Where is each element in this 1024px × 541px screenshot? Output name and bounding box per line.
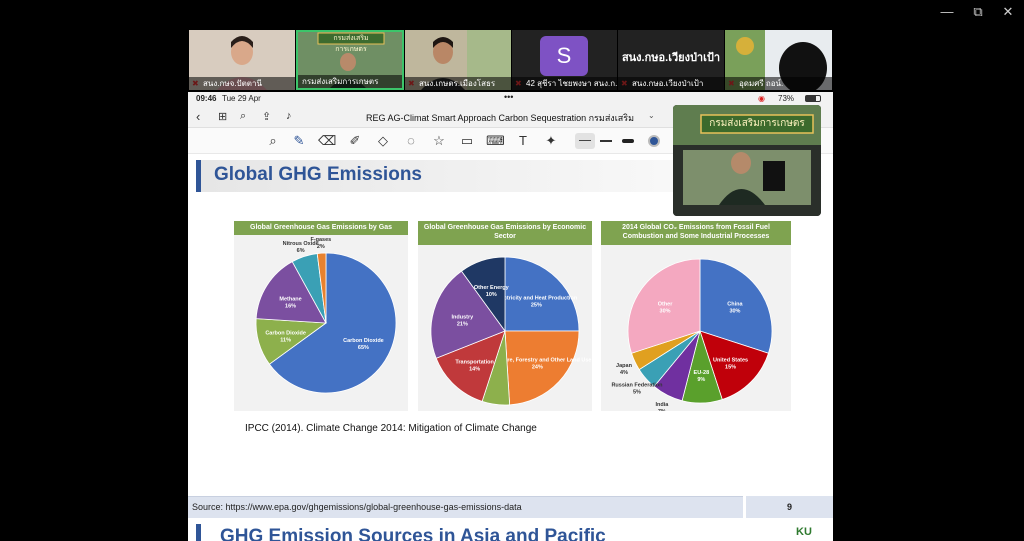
status-time: 09:46 <box>196 94 217 103</box>
pie-chart-by-sector: Electricity and Heat Production 25%Agricu… <box>430 256 591 406</box>
meeting-window: — ⧉ ✕ ✖ สนง.กษจ.ปัตตานี กรมส่งเสริมการเก… <box>0 0 1024 541</box>
search-icon[interactable]: ⌕ <box>240 110 246 123</box>
ku-logo: KU <box>796 526 812 538</box>
document-title[interactable]: REG AG-Climat Smart Approach Carbon Sequ… <box>366 111 634 125</box>
participant-tile-active[interactable]: กรมส่งเสริมการเกษตร กรมส่งเสริมการเกษตร <box>296 30 404 90</box>
participant-name: อุดมศรี ถอน์. <box>725 77 832 90</box>
medium-stroke-button[interactable] <box>600 140 612 142</box>
image-icon[interactable]: ▭ <box>458 132 476 150</box>
mic-icon[interactable]: ♪ <box>286 110 292 122</box>
participant-banner: กรมส่งเสริมการเกษตร <box>333 35 369 53</box>
floating-video-banner: กรมส่งเสริมการเกษตร <box>709 118 805 129</box>
battery-percent: 73% <box>778 94 795 103</box>
battery-icon <box>805 95 821 102</box>
participant-name: สนง.กษอ.เวียงป่าเป้า <box>618 77 724 90</box>
grid-icon[interactable]: ⊞ <box>218 110 227 123</box>
laser-pointer-icon[interactable]: ✦ <box>542 132 560 150</box>
pie-chart-by-gas: Carbon Dioxide 65%Carbon Dioxide 11%Methan… <box>255 237 397 394</box>
participant-name: กรมส่งเสริมการเกษตร <box>298 75 402 88</box>
chart-card-by-gas: Global Greenhouse Gas Emissions by Gas C… <box>234 221 408 411</box>
participant-avatar: S <box>540 36 588 76</box>
citation-text: IPCC (2014). Climate Change 2014: Mitiga… <box>245 423 537 434</box>
chart-card-co2-countries: 2014 Global CO₂ Emissions from Fossil Fu… <box>601 221 791 411</box>
text-icon[interactable]: T <box>514 132 532 150</box>
chart-title: Global Greenhouse Gas Emissions by Econo… <box>418 221 592 245</box>
thin-stroke-button[interactable] <box>575 133 595 149</box>
highlighter-icon[interactable]: ✐ <box>346 132 364 150</box>
participant-tile[interactable]: ✖ สนง.กษจ.ปัตตานี <box>189 30 295 90</box>
source-bar: Source: https://www.epa.gov/ghgemissions… <box>188 496 743 518</box>
chart-title: 2014 Global CO₂ Emissions from Fossil Fu… <box>601 221 791 245</box>
source-link[interactable]: Source: https://www.epa.gov/ghgemissions… <box>192 502 522 512</box>
page-number: 9 <box>746 496 833 518</box>
eraser-icon[interactable]: ⌫ <box>318 132 336 150</box>
status-bar: 09:46 Tue 29 Apr ••• ◉ 73% <box>188 92 833 106</box>
participant-name: สนง.เกษตร.เมืองโสธร <box>405 77 511 90</box>
participant-tile[interactable]: ✖ อุดมศรี ถอน์. <box>725 30 832 90</box>
keyboard-icon[interactable]: ⌨ <box>486 132 505 150</box>
lasso-icon[interactable]: ◌ <box>402 132 420 150</box>
chart-card-by-sector: Global Greenhouse Gas Emissions by Econo… <box>418 221 592 411</box>
sticker-icon[interactable]: ☆ <box>430 132 448 150</box>
color-picker-blue[interactable] <box>648 135 660 147</box>
participant-headline: สนง.กษอ.เวียงป่าเป้า <box>621 52 721 64</box>
pie-chart-co2-countries: China30%United States15%EU-289%India7%Ru… <box>611 258 773 411</box>
next-slide-title: GHG Emission Sources in Asia and Pacific <box>220 526 606 541</box>
participant-tile[interactable]: ✖ สนง.เกษตร.เมืองโสธร <box>405 30 511 90</box>
close-icon[interactable]: ✕ <box>997 4 1019 20</box>
shapes-icon[interactable]: ◇ <box>374 132 392 150</box>
participant-name: 42 สุชีรา ไชยพงษา สนง.ก... <box>512 77 617 90</box>
pie-slice-label: Japan 4% <box>616 363 633 376</box>
status-date: Tue 29 Apr <box>222 94 261 103</box>
participant-name: สนง.กษจ.ปัตตานี <box>189 77 295 90</box>
next-slide-accent <box>196 524 201 541</box>
maximize-icon[interactable]: ⧉ <box>967 4 989 20</box>
multitask-dots[interactable]: ••• <box>504 92 513 102</box>
minimize-icon[interactable]: — <box>936 4 958 20</box>
share-icon[interactable]: ⇪ <box>262 110 271 123</box>
page-search-icon[interactable]: ⌕ <box>264 132 282 150</box>
chart-title: Global Greenhouse Gas Emissions by Gas <box>234 221 408 235</box>
record-icon: ◉ <box>758 94 765 103</box>
pen-icon[interactable]: ✎ <box>290 132 308 150</box>
thick-stroke-button[interactable] <box>622 139 634 143</box>
slide-title: Global GHG Emissions <box>214 164 422 185</box>
pie-slice-label: India7% <box>655 402 669 411</box>
back-icon[interactable]: ‹ <box>196 109 200 124</box>
chevron-down-icon[interactable]: ⌄ <box>648 111 655 120</box>
participant-tile[interactable]: สนง.กษอ.เวียงป่าเป้า ✖ สนง.กษอ.เวียงป่าเ… <box>618 30 724 90</box>
pie-slice-label: Russian Federation 5% <box>611 383 663 396</box>
floating-video[interactable]: กรมส่งเสริมการเกษตร <box>673 105 821 216</box>
pie-slice <box>504 256 580 332</box>
participant-tile[interactable]: S ✖ 42 สุชีรา ไชยพงษา สนง.ก... <box>512 30 617 90</box>
